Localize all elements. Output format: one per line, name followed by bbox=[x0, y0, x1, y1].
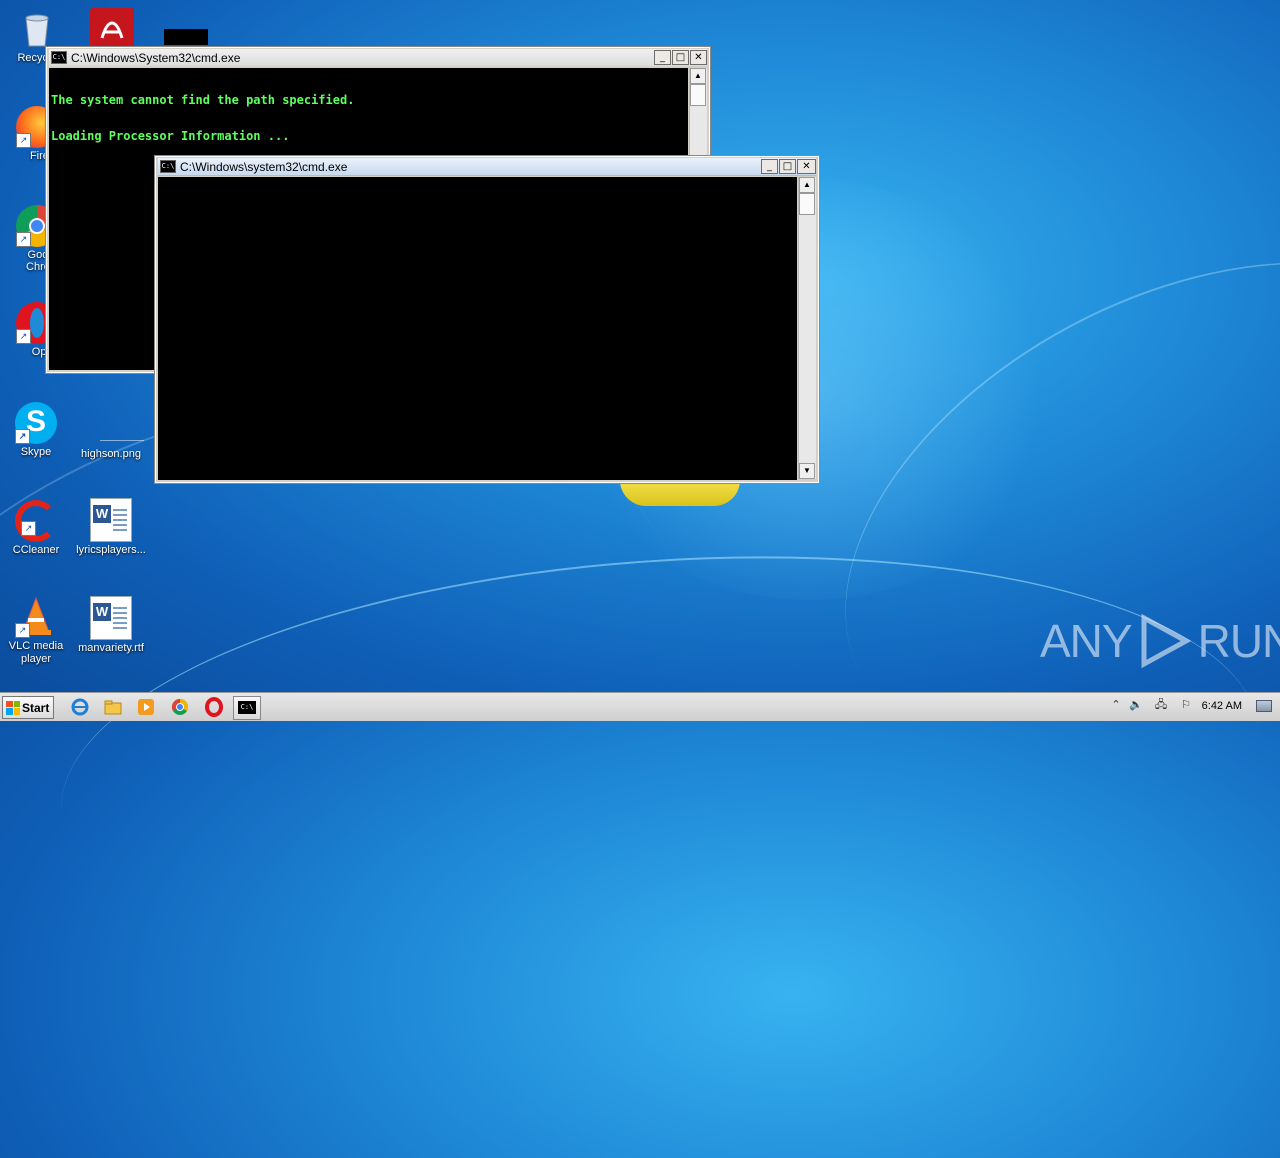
desktop-icon-lyricsplayers[interactable]: W lyricsplayers... bbox=[76, 498, 146, 556]
internet-explorer-icon[interactable] bbox=[70, 697, 90, 717]
scroll-thumb[interactable] bbox=[799, 193, 815, 215]
cmd-icon[interactable]: C:\ bbox=[233, 696, 261, 720]
network-icon[interactable]: 🖧 bbox=[1153, 697, 1169, 713]
desktop-icon-label: manvariety.rtf bbox=[78, 642, 144, 654]
desktop-icon-label: Skype bbox=[20, 446, 52, 458]
scroll-up-arrow-icon[interactable]: ▲ bbox=[799, 177, 815, 193]
console-output[interactable] bbox=[158, 177, 797, 480]
windows-flag-icon bbox=[6, 700, 20, 715]
shortcut-arrow-icon: ↗ bbox=[16, 232, 31, 247]
play-logo-icon bbox=[1141, 613, 1191, 669]
console-line: Loading Processor Information ... bbox=[51, 129, 290, 143]
desktop-icon-highson[interactable]: highson.png bbox=[76, 402, 146, 460]
chrome-icon[interactable] bbox=[170, 697, 190, 717]
desktop-icon-vlc[interactable]: ↗ VLC media player bbox=[1, 596, 71, 666]
clock[interactable]: 6:42 AM bbox=[1202, 700, 1242, 712]
watermark-text-left: ANY bbox=[1040, 615, 1133, 667]
desktop-icon-label: CCleaner bbox=[12, 544, 60, 556]
window-title: C:\Windows\System32\cmd.exe bbox=[71, 50, 241, 65]
cmd-icon: C:\ bbox=[51, 51, 67, 64]
cmd-window-front[interactable]: C:\ C:\Windows\system32\cmd.exe _ □ ✕ ▲ … bbox=[154, 155, 820, 484]
desktop-black-item[interactable] bbox=[164, 29, 208, 45]
word-doc-icon: W bbox=[90, 498, 132, 542]
maximize-button[interactable]: □ bbox=[779, 159, 796, 174]
start-button[interactable]: Start bbox=[2, 696, 54, 719]
word-doc-icon: W bbox=[90, 596, 132, 640]
console-line: The system cannot find the path specifie… bbox=[51, 93, 355, 107]
show-desktop-icon[interactable] bbox=[1256, 700, 1272, 712]
desktop-icon-label: VLC media player bbox=[8, 640, 64, 665]
shortcut-arrow-icon: ↗ bbox=[21, 521, 36, 536]
watermark-text-right: RUN bbox=[1197, 615, 1280, 667]
desktop-icon-label: lyricsplayers... bbox=[76, 544, 146, 556]
action-center-flag-icon[interactable]: ⚐ bbox=[1178, 697, 1194, 713]
media-player-icon[interactable] bbox=[136, 697, 156, 717]
desktop-icon-skype[interactable]: S ↗ Skype bbox=[1, 402, 71, 458]
scroll-thumb[interactable] bbox=[690, 84, 706, 106]
show-hidden-icons-icon[interactable]: ⌃ bbox=[1108, 697, 1124, 713]
shortcut-arrow-icon: ↗ bbox=[16, 133, 31, 148]
shortcut-arrow-icon: ↗ bbox=[15, 623, 30, 638]
window-titlebar[interactable]: C:\ C:\Windows\System32\cmd.exe _ □ ✕ bbox=[49, 49, 707, 66]
start-label: Start bbox=[22, 700, 50, 715]
close-button[interactable]: ✕ bbox=[690, 50, 707, 65]
vertical-scrollbar[interactable]: ▲ ▼ bbox=[798, 177, 816, 479]
skype-icon: S ↗ bbox=[15, 402, 57, 444]
window-titlebar[interactable]: C:\ C:\Windows\system32\cmd.exe _ □ ✕ bbox=[158, 158, 816, 176]
shortcut-arrow-icon: ↗ bbox=[15, 429, 30, 444]
cmd-icon: C:\ bbox=[160, 160, 176, 173]
minimize-button[interactable]: _ bbox=[761, 159, 778, 174]
anyrun-watermark: ANY RUN bbox=[1040, 612, 1280, 670]
vlc-icon: ↗ bbox=[15, 596, 57, 638]
scroll-down-arrow-icon[interactable]: ▼ bbox=[799, 463, 815, 479]
taskbar: Start C:\ ⌃ 🔈 🖧 ⚐ 6:42 AM bbox=[0, 692, 1280, 721]
maximize-button[interactable]: □ bbox=[672, 50, 689, 65]
volume-icon[interactable]: 🔈 bbox=[1128, 697, 1144, 713]
opera-icon[interactable] bbox=[204, 697, 224, 717]
window-title: C:\Windows\system32\cmd.exe bbox=[180, 159, 348, 174]
scroll-up-arrow-icon[interactable]: ▲ bbox=[690, 68, 706, 84]
desktop-icon-manvariety[interactable]: W manvariety.rtf bbox=[76, 596, 146, 654]
recycle-bin-icon bbox=[16, 8, 58, 50]
image-file-icon bbox=[90, 402, 144, 444]
desktop-icon-ccleaner[interactable]: ↗ CCleaner bbox=[1, 500, 71, 556]
close-button[interactable]: ✕ bbox=[797, 159, 816, 174]
shortcut-arrow-icon: ↗ bbox=[16, 329, 31, 344]
ccleaner-icon: ↗ bbox=[15, 500, 57, 542]
desktop-icon-label: highson.png bbox=[81, 448, 141, 460]
explorer-folder-icon[interactable] bbox=[103, 697, 123, 717]
adobe-reader-icon[interactable] bbox=[90, 8, 134, 48]
minimize-button[interactable]: _ bbox=[654, 50, 671, 65]
